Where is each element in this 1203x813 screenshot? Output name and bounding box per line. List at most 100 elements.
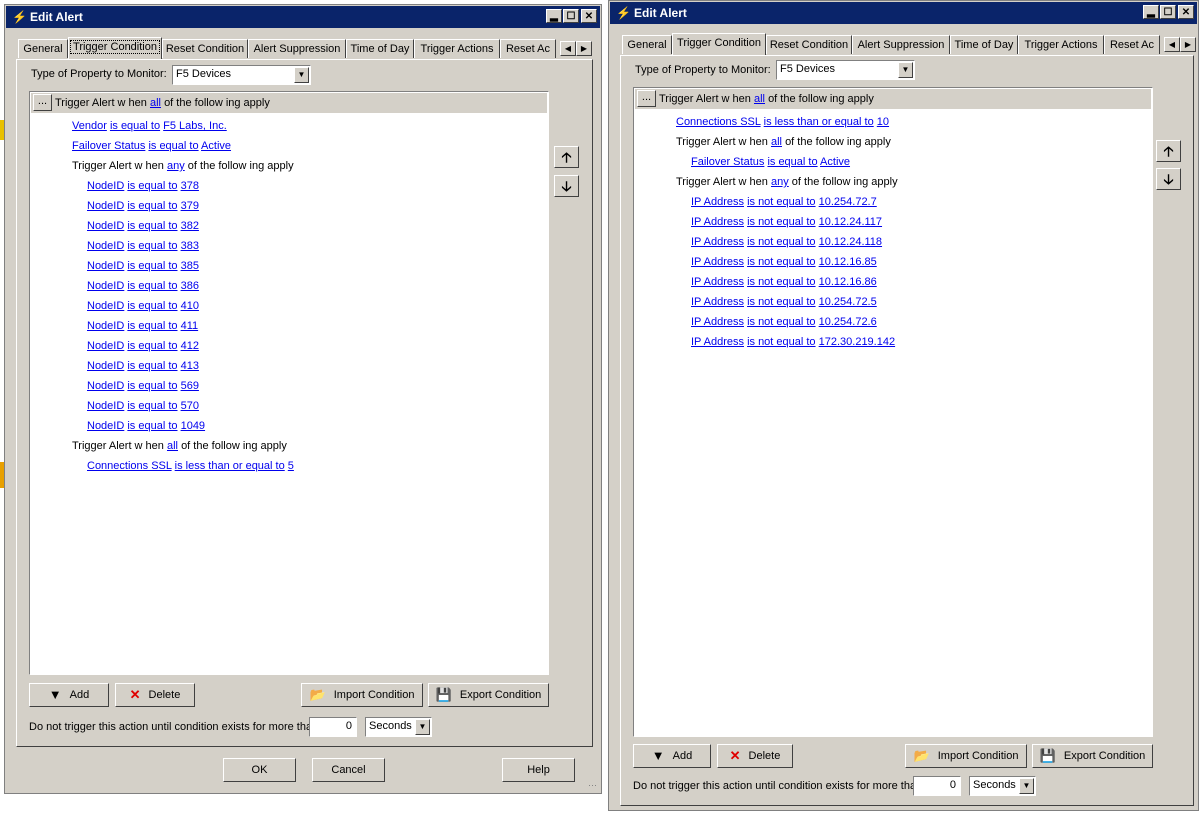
condition-value-link[interactable]: Active — [820, 156, 850, 168]
condition-value-link[interactable]: 378 — [181, 180, 199, 192]
condition-field-link[interactable]: Failover Status — [72, 140, 145, 152]
condition-value-link[interactable]: 386 — [181, 280, 199, 292]
minimize-button[interactable]: ▂ — [546, 9, 562, 23]
tab-trigger-condition[interactable]: Trigger Condition — [68, 37, 162, 59]
condition-operator-link[interactable]: is equal to — [127, 280, 177, 292]
condition-operator-link[interactable]: is not equal to — [747, 316, 816, 328]
tab-trigger-actions[interactable]: Trigger Actions — [1018, 35, 1104, 54]
condition-value-link[interactable]: 383 — [181, 240, 199, 252]
tab-trigger-actions[interactable]: Trigger Actions — [414, 39, 500, 58]
tab-scroll-left[interactable]: ◀ — [1164, 37, 1180, 52]
tab-alert-suppression[interactable]: Alert Suppression — [248, 39, 346, 58]
condition-field-link[interactable]: NodeID — [87, 260, 124, 272]
condition-operator-link[interactable]: is equal to — [127, 240, 177, 252]
condition-operator-link[interactable]: is not equal to — [747, 196, 816, 208]
help-button[interactable]: Help — [502, 758, 575, 782]
condition-operator-link[interactable]: is not equal to — [747, 256, 816, 268]
resize-grip-icon[interactable]: ⋯ — [588, 780, 597, 791]
condition-value-link[interactable]: 10.12.24.117 — [819, 216, 882, 228]
dropdown-arrow-icon[interactable]: ▼ — [898, 62, 913, 78]
tab-reset-actions[interactable]: Reset Ac — [1104, 35, 1160, 54]
cancel-button[interactable]: Cancel — [312, 758, 385, 782]
condition-field-link[interactable]: NodeID — [87, 380, 124, 392]
condition-value-link[interactable]: Active — [201, 140, 231, 152]
group-mode-link[interactable]: any — [771, 176, 789, 188]
condition-operator-link[interactable]: is equal to — [127, 340, 177, 352]
condition-tree[interactable]: ... Trigger Alert w hen all of the follo… — [29, 91, 549, 675]
condition-field-link[interactable]: NodeID — [87, 180, 124, 192]
tab-scroll-right[interactable]: ▶ — [576, 41, 592, 56]
tab-scroll-left[interactable]: ◀ — [560, 41, 576, 56]
root-options-button[interactable]: ... — [637, 90, 656, 107]
property-select[interactable]: F5 Devices ▼ — [172, 65, 311, 85]
condition-field-link[interactable]: IP Address — [691, 276, 744, 288]
group-mode-link[interactable]: any — [167, 160, 185, 172]
condition-operator-link[interactable]: is equal to — [127, 300, 177, 312]
condition-value-link[interactable]: 10.254.72.7 — [819, 196, 877, 208]
condition-field-link[interactable]: NodeID — [87, 360, 124, 372]
condition-operator-link[interactable]: is not equal to — [747, 236, 816, 248]
delay-input[interactable]: 0 — [913, 776, 961, 796]
condition-operator-link[interactable]: is not equal to — [747, 296, 816, 308]
import-condition-button[interactable]: 📂 Import Condition — [301, 683, 423, 707]
condition-value-link[interactable]: 570 — [181, 400, 199, 412]
condition-field-link[interactable]: NodeID — [87, 240, 124, 252]
title-bar[interactable]: ⚡ Edit Alert ▂ ☐ ✕ — [610, 2, 1197, 24]
condition-operator-link[interactable]: is not equal to — [747, 216, 816, 228]
condition-field-link[interactable]: NodeID — [87, 400, 124, 412]
tab-time-of-day[interactable]: Time of Day — [950, 35, 1018, 54]
condition-operator-link[interactable]: is equal to — [127, 220, 177, 232]
move-up-button[interactable]: 🡡 — [1156, 140, 1181, 162]
dropdown-arrow-icon[interactable]: ▼ — [415, 719, 430, 735]
condition-value-link[interactable]: F5 Labs, Inc. — [163, 120, 227, 132]
condition-value-link[interactable]: 10.12.16.86 — [819, 276, 877, 288]
condition-field-link[interactable]: IP Address — [691, 336, 744, 348]
condition-value-link[interactable]: 10 — [877, 116, 889, 128]
delay-unit-select[interactable]: Seconds ▼ — [969, 776, 1036, 796]
condition-field-link[interactable]: IP Address — [691, 316, 744, 328]
delay-input[interactable]: 0 — [309, 717, 357, 737]
tab-general[interactable]: General — [18, 39, 68, 58]
condition-field-link[interactable]: IP Address — [691, 196, 744, 208]
property-select[interactable]: F5 Devices ▼ — [776, 60, 915, 80]
condition-value-link[interactable]: 413 — [181, 360, 199, 372]
delay-unit-select[interactable]: Seconds ▼ — [365, 717, 432, 737]
condition-value-link[interactable]: 382 — [181, 220, 199, 232]
condition-field-link[interactable]: Failover Status — [691, 156, 764, 168]
condition-field-link[interactable]: NodeID — [87, 320, 124, 332]
condition-value-link[interactable]: 10.254.72.6 — [819, 316, 877, 328]
condition-value-link[interactable]: 172.30.219.142 — [819, 336, 895, 348]
condition-field-link[interactable]: NodeID — [87, 300, 124, 312]
move-up-button[interactable]: 🡡 — [554, 146, 579, 168]
root-mode-link[interactable]: all — [754, 93, 765, 105]
condition-field-link[interactable]: Connections SSL — [87, 460, 172, 472]
tab-reset-actions[interactable]: Reset Ac — [500, 39, 556, 58]
maximize-button[interactable]: ☐ — [1160, 5, 1176, 19]
minimize-button[interactable]: ▂ — [1143, 5, 1159, 19]
condition-field-link[interactable]: IP Address — [691, 296, 744, 308]
group-mode-link[interactable]: all — [167, 440, 178, 452]
condition-value-link[interactable]: 569 — [181, 380, 199, 392]
condition-field-link[interactable]: NodeID — [87, 200, 124, 212]
move-down-button[interactable]: 🡣 — [1156, 168, 1181, 190]
condition-field-link[interactable]: Connections SSL — [676, 116, 761, 128]
add-button[interactable]: ▼ Add — [29, 683, 109, 707]
condition-operator-link[interactable]: is not equal to — [747, 336, 816, 348]
move-down-button[interactable]: 🡣 — [554, 175, 579, 197]
condition-operator-link[interactable]: is equal to — [148, 140, 198, 152]
condition-operator-link[interactable]: is equal to — [127, 420, 177, 432]
condition-field-link[interactable]: NodeID — [87, 340, 124, 352]
condition-operator-link[interactable]: is equal to — [127, 380, 177, 392]
tab-scroll-right[interactable]: ▶ — [1180, 37, 1196, 52]
condition-operator-link[interactable]: is equal to — [127, 200, 177, 212]
group-mode-link[interactable]: all — [771, 136, 782, 148]
tab-time-of-day[interactable]: Time of Day — [346, 39, 414, 58]
condition-value-link[interactable]: 10.12.24.118 — [819, 236, 882, 248]
condition-operator-link[interactable]: is equal to — [127, 260, 177, 272]
export-condition-button[interactable]: 💾 Export Condition — [428, 683, 549, 707]
title-bar[interactable]: ⚡ Edit Alert ▂ ☐ ✕ — [6, 6, 600, 28]
condition-value-link[interactable]: 379 — [181, 200, 199, 212]
tab-trigger-condition[interactable]: Trigger Condition — [672, 33, 766, 55]
condition-field-link[interactable]: IP Address — [691, 256, 744, 268]
condition-operator-link[interactable]: is not equal to — [747, 276, 816, 288]
